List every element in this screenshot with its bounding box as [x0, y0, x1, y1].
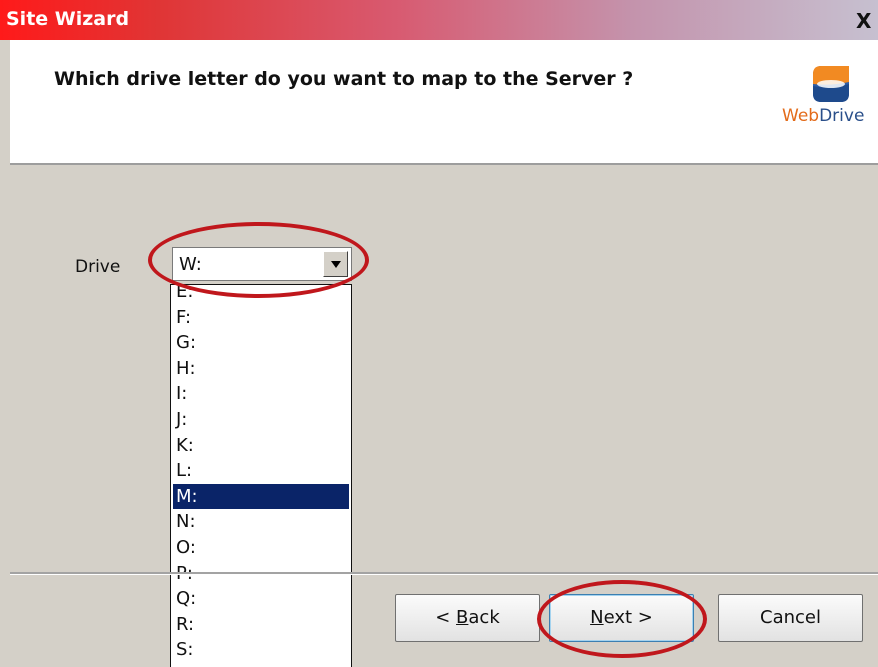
highlight-ring-next-button	[537, 580, 707, 658]
dropdown-item[interactable]: G:	[173, 330, 349, 355]
cancel-button[interactable]: Cancel	[718, 594, 863, 642]
dropdown-item[interactable]: R:	[173, 612, 349, 637]
back-button-label: ack	[468, 607, 500, 628]
dropdown-item[interactable]: O:	[173, 535, 349, 560]
dropdown-item[interactable]: I:	[173, 381, 349, 406]
footer-divider	[10, 572, 878, 575]
back-button-prefix: <	[435, 607, 457, 628]
dropdown-item[interactable]: J:	[173, 407, 349, 432]
highlight-ring-drive-select	[148, 222, 369, 298]
title-bar: Site Wizard X	[0, 0, 878, 40]
dropdown-item[interactable]: N:	[173, 509, 349, 534]
page-title: Which drive letter do you want to map to…	[54, 68, 634, 90]
wizard-header: Which drive letter do you want to map to…	[10, 40, 878, 165]
close-icon[interactable]: X	[856, 9, 878, 33]
dropdown-item[interactable]: L:	[173, 458, 349, 483]
dropdown-item[interactable]: H:	[173, 356, 349, 381]
dropdown-item[interactable]: Q:	[173, 586, 349, 611]
dropdown-item[interactable]: F:	[173, 305, 349, 330]
drive-label: Drive	[75, 257, 121, 277]
brand-name-part1: Web	[782, 106, 820, 126]
dropdown-item[interactable]: S:	[173, 637, 349, 662]
window-title: Site Wizard	[6, 8, 130, 30]
back-button[interactable]: < Back	[395, 594, 540, 642]
dropdown-item[interactable]: M:	[173, 483, 349, 509]
webdrive-logo-icon	[813, 66, 849, 102]
brand-name-part2: Drive	[819, 106, 865, 126]
back-button-mnemonic: B	[456, 607, 469, 628]
brand-name: WebDrive	[782, 106, 864, 126]
dropdown-item[interactable]: K:	[173, 433, 349, 458]
drive-dropdown-list[interactable]: E: F: G: H: I: J: K: L: M: N: O: P: Q: R: S:	[170, 284, 352, 667]
